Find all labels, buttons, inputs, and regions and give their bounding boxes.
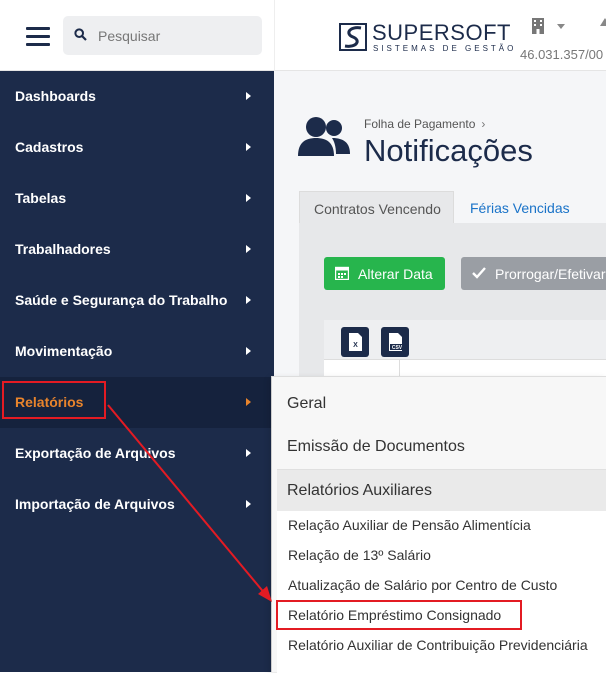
chevron-right-icon: › <box>481 117 486 131</box>
csv-label: CSV <box>392 345 403 351</box>
sidebar-item-label: Saúde e Segurança do Trabalho <box>15 292 228 308</box>
breadcrumb-label: Folha de Pagamento <box>364 117 476 131</box>
sidebar-item-trabalhadores[interactable]: Trabalhadores <box>0 224 274 275</box>
brand-name: SUPERSOFT <box>372 20 511 45</box>
sidebar-item-saude-seguranca[interactable]: Saúde e Segurança do Trabalho <box>0 275 274 326</box>
calendar-icon <box>335 266 349 280</box>
topbar-right: SUPERSOFT SISTEMAS DE GESTÃO 46.031.357/… <box>274 0 606 71</box>
topbar-left <box>0 0 274 71</box>
submenu-group-label: Geral <box>287 395 327 412</box>
export-excel-button[interactable]: X <box>341 327 369 357</box>
export-csv-button[interactable]: CSV <box>381 327 409 357</box>
search-icon <box>74 28 87 41</box>
sidebar-item-label: Exportação de Arquivos <box>15 445 176 461</box>
chevron-right-icon <box>246 347 251 355</box>
chevron-right-icon <box>246 92 251 100</box>
sidebar-item-tabelas[interactable]: Tabelas <box>0 173 274 224</box>
page-title: Notificações <box>364 133 533 168</box>
submenu-item-label: Relatório Auxiliar de Contribuição Previ… <box>288 637 588 653</box>
users-icon <box>298 117 350 156</box>
submenu-item-13-salario[interactable]: Relação de 13º Salário <box>277 541 606 571</box>
sidebar-item-dashboards[interactable]: Dashboards <box>0 71 274 122</box>
sidebar-item-importacao[interactable]: Importação de Arquivos <box>0 479 274 530</box>
chevron-right-icon <box>246 245 251 253</box>
brand-subtitle: SISTEMAS DE GESTÃO <box>373 44 517 53</box>
submenu-group-emissao-documentos[interactable]: Emissão de Documentos <box>277 426 606 469</box>
sidebar-item-cadastros[interactable]: Cadastros <box>0 122 274 173</box>
submenu-item-label: Relação Auxiliar de Pensão Alimentícia <box>288 517 531 533</box>
submenu-group-relatorios-auxiliares[interactable]: Relatórios Auxiliares <box>277 469 606 512</box>
sidebar: Dashboards Cadastros Tabelas Trabalhador… <box>0 71 274 672</box>
chevron-right-icon <box>246 449 251 457</box>
check-icon <box>472 267 486 279</box>
button-label: Alterar Data <box>358 266 433 282</box>
sidebar-item-label: Cadastros <box>15 139 84 155</box>
chevron-right-icon <box>246 143 251 151</box>
submenu-item-pensao-alimenticia[interactable]: Relação Auxiliar de Pensão Alimentícia <box>277 511 606 541</box>
sidebar-item-label: Trabalhadores <box>15 241 111 257</box>
excel-file-icon: X <box>349 333 362 351</box>
hamburger-menu-icon[interactable] <box>26 27 50 47</box>
chevron-right-icon <box>246 500 251 508</box>
submenu-item-label: Atualização de Salário por Centro de Cus… <box>288 577 558 593</box>
supersoft-logo-icon <box>339 23 367 51</box>
submenu-group-label: Relatórios Auxiliares <box>287 482 432 499</box>
highlight-box-relatorios <box>2 381 106 419</box>
sidebar-item-exportacao[interactable]: Exportação de Arquivos <box>0 428 274 479</box>
chevron-right-icon <box>246 296 251 304</box>
button-label: Prorrogar/Efetivar <box>495 266 606 282</box>
tab-label: Contratos Vencendo <box>314 201 441 217</box>
submenu-group-geral[interactable]: Geral <box>277 383 606 426</box>
building-icon[interactable] <box>531 18 545 34</box>
chevron-right-icon <box>246 194 251 202</box>
tab-contratos-vencendo[interactable]: Contratos Vencendo <box>299 191 454 224</box>
chevron-down-icon[interactable] <box>557 24 565 29</box>
search-box[interactable] <box>63 16 262 55</box>
sidebar-item-movimentacao[interactable]: Movimentação <box>0 326 274 377</box>
search-input[interactable] <box>96 25 256 47</box>
sidebar-item-label: Tabelas <box>15 190 67 206</box>
submenu-item-atualizacao-salario[interactable]: Atualização de Salário por Centro de Cus… <box>277 571 606 601</box>
alterar-data-button[interactable]: Alterar Data <box>324 257 445 290</box>
table-toolbar: X CSV <box>324 320 606 360</box>
submenu-item-contribuicao-previdenciaria[interactable]: Relatório Auxiliar de Contribuição Previ… <box>277 631 606 661</box>
company-cnpj: 46.031.357/00 <box>520 47 604 62</box>
tab-label: Férias Vencidas <box>470 200 570 216</box>
chevron-right-icon <box>246 398 251 406</box>
submenu-group-label: Emissão de Documentos <box>287 438 465 455</box>
tab-ferias-vencidas[interactable]: Férias Vencidas <box>470 191 600 224</box>
sidebar-item-label: Importação de Arquivos <box>15 496 175 512</box>
highlight-box-emprestimo-consignado <box>276 600 522 630</box>
sidebar-item-label: Dashboards <box>15 88 96 104</box>
prorrogar-efetivar-button[interactable]: Prorrogar/Efetivar <box>461 257 606 290</box>
sidebar-item-label: Movimentação <box>15 343 113 359</box>
csv-file-icon: CSV <box>389 333 404 351</box>
excel-label: X <box>353 342 358 349</box>
user-icon[interactable] <box>600 18 606 26</box>
breadcrumb[interactable]: Folha de Pagamento › <box>364 117 485 131</box>
submenu-item-label: Relação de 13º Salário <box>288 547 431 563</box>
